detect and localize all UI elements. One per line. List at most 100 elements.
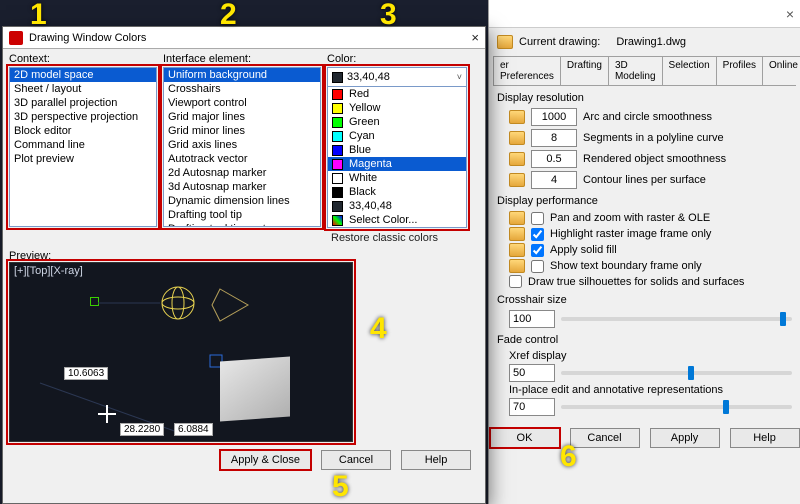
color-option-cyan[interactable]: Cyan bbox=[328, 129, 466, 143]
context-item[interactable]: 3D parallel projection bbox=[10, 96, 156, 110]
current-drawing-value: Drawing1.dwg bbox=[616, 36, 686, 48]
highlight-raster-label: Highlight raster image frame only bbox=[550, 228, 711, 240]
color-option-green[interactable]: Green bbox=[328, 115, 466, 129]
crosshair-size-slider[interactable] bbox=[561, 317, 792, 321]
color-swatch-icon bbox=[332, 72, 343, 83]
color-swatch-icon bbox=[332, 215, 343, 226]
tab-preferences[interactable]: er Preferences bbox=[493, 56, 561, 85]
iface-item[interactable]: Grid axis lines bbox=[164, 138, 320, 152]
color-option-rgb[interactable]: 33,40,48 bbox=[328, 199, 466, 213]
color-option-select[interactable]: Select Color... bbox=[328, 213, 466, 227]
crosshair-size-input[interactable] bbox=[509, 310, 555, 328]
apply-button[interactable]: Apply bbox=[650, 428, 720, 448]
folder-icon bbox=[509, 110, 525, 124]
preview-coord-a: 10.6063 bbox=[64, 367, 108, 380]
folder-icon bbox=[509, 243, 525, 257]
iface-item[interactable]: Uniform background bbox=[164, 68, 320, 82]
color-option-black[interactable]: Black bbox=[328, 185, 466, 199]
preview-wireframe-icon bbox=[10, 263, 353, 442]
cancel-button[interactable]: Cancel bbox=[321, 450, 391, 470]
color-option-label: 33,40,48 bbox=[349, 200, 392, 212]
close-icon[interactable]: × bbox=[786, 6, 794, 22]
group-display-performance: Display performance Pan and zoom with ra… bbox=[497, 195, 792, 288]
color-swatch-icon bbox=[332, 159, 343, 170]
text-boundary-checkbox[interactable] bbox=[531, 260, 544, 273]
iface-item[interactable]: Grid major lines bbox=[164, 110, 320, 124]
options-titlebar: × bbox=[489, 0, 800, 28]
help-button[interactable]: Help bbox=[401, 450, 471, 470]
xref-display-label: Xref display bbox=[509, 350, 792, 362]
help-button[interactable]: Help bbox=[730, 428, 800, 448]
color-swatch-icon bbox=[332, 187, 343, 198]
context-item[interactable]: Sheet / layout bbox=[10, 82, 156, 96]
arc-smoothness-input[interactable] bbox=[531, 108, 577, 126]
drawing-window-colors-dialog: Drawing Window Colors × Context: 2D mode… bbox=[2, 26, 486, 504]
inplace-edit-slider[interactable] bbox=[561, 405, 792, 409]
context-item[interactable]: Block editor bbox=[10, 124, 156, 138]
preview-coord-b: 28.2280 bbox=[120, 423, 164, 436]
contour-lines-label: Contour lines per surface bbox=[583, 174, 706, 186]
cancel-button[interactable]: Cancel bbox=[570, 428, 640, 448]
contour-lines-input[interactable] bbox=[531, 171, 577, 189]
xref-display-input[interactable] bbox=[509, 364, 555, 382]
color-option-label: Red bbox=[349, 88, 369, 100]
dialog-titlebar: Drawing Window Colors × bbox=[3, 27, 485, 49]
group-crosshair: Crosshair size bbox=[497, 294, 792, 328]
iface-item[interactable]: Dynamic dimension lines bbox=[164, 194, 320, 208]
text-boundary-label: Show text boundary frame only bbox=[550, 260, 702, 272]
inplace-edit-label: In-place edit and annotative representat… bbox=[509, 384, 792, 396]
ok-button[interactable]: OK bbox=[490, 428, 560, 448]
iface-item[interactable]: Drafting tool tip bbox=[164, 208, 320, 222]
context-item[interactable]: Command line bbox=[10, 138, 156, 152]
group-title: Display performance bbox=[497, 195, 792, 207]
iface-item[interactable]: Drafting tool tip contour bbox=[164, 222, 320, 227]
color-option-label: Blue bbox=[349, 144, 371, 156]
context-item[interactable]: 2D model space bbox=[10, 68, 156, 82]
context-item[interactable]: 3D perspective projection bbox=[10, 110, 156, 124]
apply-close-button[interactable]: Apply & Close bbox=[220, 450, 311, 470]
iface-item[interactable]: 3d Autosnap marker bbox=[164, 180, 320, 194]
inplace-edit-input[interactable] bbox=[509, 398, 555, 416]
tab-3dmodeling[interactable]: 3D Modeling bbox=[608, 56, 663, 85]
folder-icon bbox=[509, 259, 525, 273]
folder-icon bbox=[509, 211, 525, 225]
polyline-segments-input[interactable] bbox=[531, 129, 577, 147]
restore-classic-colors[interactable]: Restore classic colors bbox=[331, 232, 467, 244]
group-display-resolution: Display resolution Arc and circle smooth… bbox=[497, 92, 792, 189]
interface-element-listbox[interactable]: Uniform background Crosshairs Viewport c… bbox=[163, 67, 321, 227]
context-item[interactable]: Plot preview bbox=[10, 152, 156, 166]
iface-item[interactable]: Crosshairs bbox=[164, 82, 320, 96]
context-label: Context: bbox=[9, 53, 157, 65]
color-option-label: Green bbox=[349, 116, 380, 128]
tab-drafting[interactable]: Drafting bbox=[560, 56, 609, 85]
interface-element-label: Interface element: bbox=[163, 53, 321, 65]
context-listbox[interactable]: 2D model space Sheet / layout 3D paralle… bbox=[9, 67, 157, 227]
color-option-magenta[interactable]: Magenta bbox=[328, 157, 466, 171]
rendered-smoothness-input[interactable] bbox=[531, 150, 577, 168]
iface-item[interactable]: Grid minor lines bbox=[164, 124, 320, 138]
color-option-yellow[interactable]: Yellow bbox=[328, 101, 466, 115]
folder-icon bbox=[509, 131, 525, 145]
iface-item[interactable]: 2d Autosnap marker bbox=[164, 166, 320, 180]
iface-item[interactable]: Viewport control bbox=[164, 96, 320, 110]
color-combobox[interactable]: 33,40,48 ˅ bbox=[327, 67, 467, 87]
tab-profiles[interactable]: Profiles bbox=[716, 56, 763, 85]
dialog-title: Drawing Window Colors bbox=[29, 32, 146, 44]
tab-selection[interactable]: Selection bbox=[662, 56, 717, 85]
iface-item[interactable]: Autotrack vector bbox=[164, 152, 320, 166]
solid-fill-checkbox[interactable] bbox=[531, 244, 544, 257]
highlight-raster-checkbox[interactable] bbox=[531, 228, 544, 241]
group-fade-control: Fade control Xref display In-place edit … bbox=[497, 334, 792, 416]
pan-zoom-checkbox[interactable] bbox=[531, 212, 544, 225]
tab-online[interactable]: Online bbox=[762, 56, 800, 85]
true-silhouettes-checkbox[interactable] bbox=[509, 275, 522, 288]
options-button-row: OK Cancel Apply Help bbox=[489, 428, 800, 448]
color-option-white[interactable]: White bbox=[328, 171, 466, 185]
color-dropdown[interactable]: Red Yellow Green Cyan Blue Magenta White… bbox=[327, 87, 467, 228]
close-icon[interactable]: × bbox=[471, 30, 479, 45]
group-title: Fade control bbox=[497, 334, 792, 346]
color-option-blue[interactable]: Blue bbox=[328, 143, 466, 157]
preview-label: Preview: bbox=[9, 250, 479, 262]
color-option-red[interactable]: Red bbox=[328, 87, 466, 101]
xref-display-slider[interactable] bbox=[561, 371, 792, 375]
